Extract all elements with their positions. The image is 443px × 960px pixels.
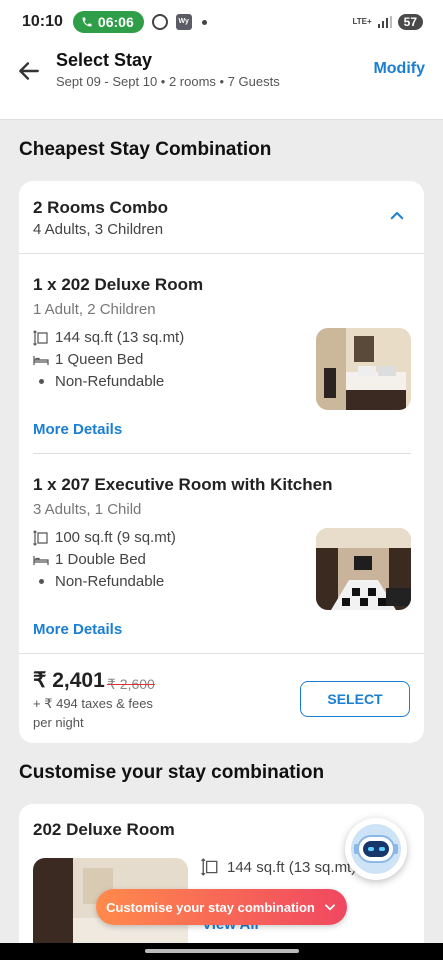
bullet-icon [39, 379, 44, 384]
combo-title: 2 Rooms Combo [33, 198, 169, 217]
room-occupancy: 1 Adult, 2 Children [33, 301, 156, 318]
room-policy-row: Non-Refundable [33, 573, 164, 590]
room-area: 100 sq.ft (9 sq.mt) [55, 529, 176, 546]
chevron-down-icon [324, 904, 335, 911]
room-item: 1 x 202 Deluxe Room 1 Adult, 2 Children … [19, 254, 424, 454]
combo-guests: 4 Adults, 3 Children [33, 221, 164, 238]
room-bed: 1 Double Bed [55, 551, 146, 568]
room-area: 144 sq.ft (13 sq.mt) [227, 858, 357, 876]
taxes-info: + ₹ 494 taxes & fees per night [33, 696, 153, 730]
room-name: 1 x 202 Deluxe Room [33, 275, 204, 294]
ongoing-call-pill[interactable]: 06:06 [72, 11, 144, 33]
room-policy: Non-Refundable [55, 373, 165, 390]
room-name: 1 x 207 Executive Room with Kitchen [33, 475, 333, 494]
room-photo[interactable] [316, 528, 411, 610]
network-type: LTE+ [352, 17, 372, 26]
whatsapp-icon [151, 14, 168, 30]
home-gesture-handle[interactable] [145, 949, 299, 953]
combo-header[interactable]: 2 Rooms Combo 4 Adults, 3 Children [19, 181, 424, 254]
area-icon [33, 329, 48, 346]
customise-button-label: Customise your stay combination [106, 899, 315, 915]
chevron-up-icon[interactable] [388, 207, 406, 225]
more-details-link[interactable]: More Details [33, 621, 122, 638]
room-photo[interactable] [316, 328, 411, 410]
bed-icon [33, 555, 49, 565]
room-name: 202 Deluxe Room [33, 820, 175, 839]
stay-summary: Sept 09 - Sept 10 • 2 rooms • 7 Guests [56, 74, 280, 89]
modify-button[interactable]: Modify [373, 60, 425, 78]
more-notifications-icon [201, 19, 207, 25]
bed-icon [33, 355, 49, 365]
chatbot-button[interactable] [345, 818, 407, 880]
back-arrow-icon[interactable] [16, 58, 42, 84]
room-area-row: 100 sq.ft (9 sq.mt) [33, 529, 176, 546]
area-icon [33, 529, 48, 546]
room-item: 1 x 207 Executive Room with Kitchen 3 Ad… [19, 454, 424, 653]
area-icon [201, 858, 218, 876]
status-time: 10:10 [22, 13, 63, 30]
room-bed-row: 1 Double Bed [33, 551, 146, 568]
customise-section-title: Customise your stay combination [19, 762, 325, 783]
bullet-icon [39, 579, 44, 584]
cheapest-combo-card: 2 Rooms Combo 4 Adults, 3 Children 1 x 2… [19, 181, 424, 743]
status-bar: 10:10 06:06 Wy LTE+ 57 [0, 0, 443, 44]
phone-icon [82, 17, 92, 27]
battery-level: 57 [397, 14, 423, 30]
app-notification-icon: Wy [175, 14, 192, 30]
page-header: Select Stay Sept 09 - Sept 10 • 2 rooms … [0, 44, 443, 120]
room-policy: Non-Refundable [55, 573, 165, 590]
select-button[interactable]: SELECT [300, 681, 410, 717]
page-title: Select Stay [56, 50, 153, 70]
room-area: 144 sq.ft (13 sq.mt) [55, 329, 185, 346]
room-bed: 1 Queen Bed [55, 351, 144, 368]
room-area-row: 144 sq.ft (13 sq.mt) [201, 858, 356, 876]
robot-icon [351, 824, 401, 874]
cheapest-section-title: Cheapest Stay Combination [19, 139, 272, 160]
more-details-link[interactable]: More Details [33, 421, 122, 438]
system-nav-bar [0, 943, 443, 960]
price-row: ₹ 2,401 ₹ 2,600 + ₹ 494 taxes & fees per… [19, 653, 424, 743]
call-timer: 06:06 [97, 14, 134, 30]
customise-combination-button[interactable]: Customise your stay combination [96, 889, 347, 925]
signal-icon [377, 16, 392, 28]
combo-price: ₹ 2,401 [33, 669, 105, 692]
original-price: ₹ 2,600 [107, 676, 155, 692]
room-policy-row: Non-Refundable [33, 373, 164, 390]
room-area-row: 144 sq.ft (13 sq.mt) [33, 329, 184, 346]
room-occupancy: 3 Adults, 1 Child [33, 501, 142, 518]
room-bed-row: 1 Queen Bed [33, 351, 143, 368]
